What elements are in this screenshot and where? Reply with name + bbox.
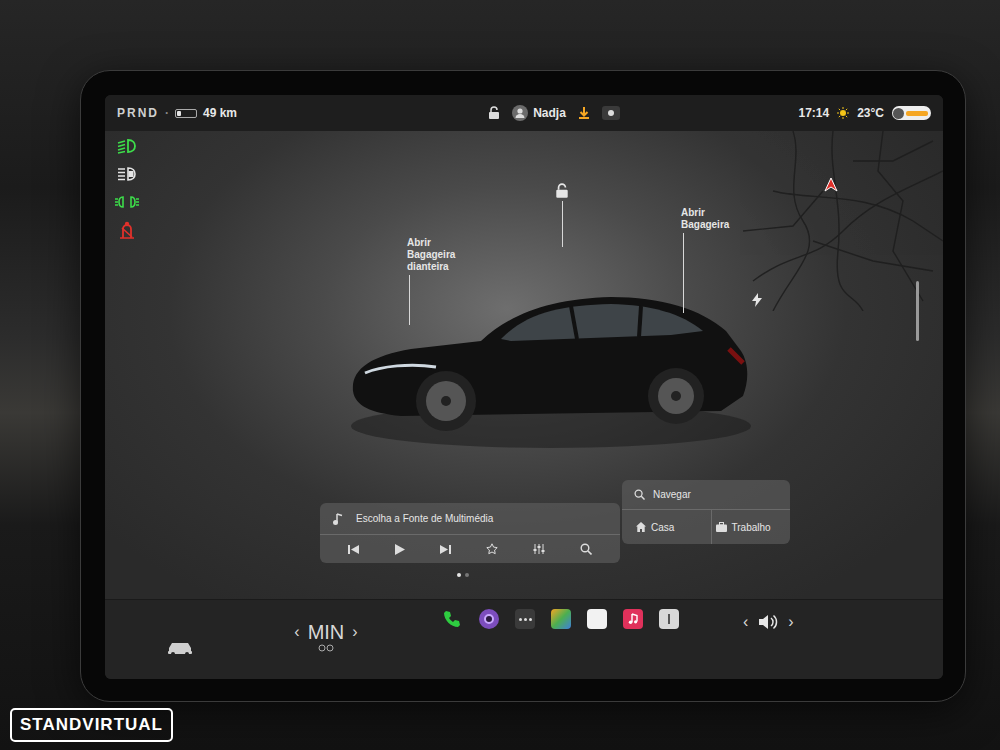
parkinglights-icon [115, 194, 139, 210]
unlock-icon[interactable] [488, 106, 500, 120]
home-label: Casa [651, 520, 674, 535]
temperature-value: MIN [308, 621, 345, 643]
user-icon [512, 105, 528, 121]
indicator-lowbeam [115, 137, 139, 155]
indicator-parkinglights [115, 193, 139, 211]
temperature-down[interactable]: ‹ [294, 620, 299, 644]
unlock-callout[interactable] [555, 183, 569, 247]
outside-temperature: 23°C [857, 104, 884, 122]
page-indicator [457, 573, 469, 577]
home-icon [636, 522, 646, 532]
tablet: PRND · 49 km Nadja 17:14 23°C [80, 70, 966, 702]
previous-icon[interactable] [348, 544, 359, 555]
search-icon[interactable] [580, 543, 592, 555]
indicator-seatbelt [115, 221, 139, 239]
sun-icon [837, 107, 849, 119]
unlock-icon[interactable] [555, 183, 569, 199]
climate-control[interactable]: ‹ MIN › [281, 620, 371, 652]
media-source[interactable]: Escolha a Fonte de Multimédia [356, 511, 493, 526]
download-icon[interactable] [578, 106, 590, 120]
watermark-text: STANDVIRTUAL [20, 715, 163, 734]
car-icon[interactable] [341, 251, 761, 461]
watermark: STANDVIRTUAL [10, 708, 173, 742]
briefcase-icon [716, 522, 727, 532]
home-shortcut[interactable]: Casa [622, 520, 711, 535]
front-trunk-label[interactable]: Abrir Bagageira dianteira [407, 237, 477, 273]
autohighbeam-icon [116, 166, 138, 182]
car-controls-icon[interactable] [167, 640, 193, 656]
volume-up[interactable]: › [788, 610, 793, 634]
more-apps-icon[interactable] [515, 609, 535, 629]
page-dot[interactable] [465, 573, 469, 577]
rear-trunk-callout[interactable]: Abrir Bagageira [681, 207, 745, 313]
clock: 17:14 [798, 104, 829, 122]
gear-selector: PRND [117, 104, 159, 122]
toybox-icon[interactable] [551, 609, 571, 629]
lowbeam-icon [116, 138, 138, 154]
navigation-card: Navegar Casa Trabalho [622, 480, 790, 544]
search-icon [634, 489, 645, 500]
phone-icon[interactable] [441, 608, 463, 630]
user-name: Nadja [533, 104, 566, 122]
speaker-icon[interactable] [758, 614, 778, 630]
volume-down[interactable]: ‹ [743, 610, 748, 634]
vehicle-scene: Abrir Bagageira dianteira Abrir Bagageir… [151, 131, 943, 599]
indicator-autohighbeam [115, 165, 139, 183]
mini-map[interactable] [733, 131, 943, 311]
work-label: Trabalho [732, 520, 771, 535]
sentry-icon[interactable] [602, 106, 620, 120]
manual-icon[interactable] [659, 609, 679, 629]
work-shortcut[interactable]: Trabalho [711, 510, 791, 544]
airbag-status-icon [892, 106, 931, 120]
play-icon[interactable] [394, 544, 405, 555]
status-bar: PRND · 49 km Nadja 17:14 23°C [105, 95, 943, 131]
front-trunk-callout[interactable]: Abrir Bagageira dianteira [407, 237, 477, 325]
page-dot[interactable] [457, 573, 461, 577]
navigate-search[interactable]: Navegar [622, 480, 790, 510]
temperature-up[interactable]: › [352, 620, 357, 644]
battery-icon [175, 109, 197, 118]
seatbelt-icon [118, 221, 136, 239]
charge-port-icon[interactable] [751, 293, 763, 307]
rear-trunk-label[interactable]: Abrir Bagageira [681, 207, 745, 231]
map-scrollbar[interactable] [916, 281, 919, 341]
media-player: Escolha a Fonte de Multimédia [320, 503, 620, 563]
seat-heat-icon[interactable] [318, 644, 334, 652]
display: PRND · 49 km Nadja 17:14 23°C [105, 95, 943, 679]
profile-button[interactable]: Nadja [512, 104, 566, 122]
equalizer-icon[interactable] [533, 543, 545, 555]
music-note-icon [332, 512, 344, 526]
location-arrow-icon [825, 178, 837, 191]
calendar-icon[interactable] [587, 609, 607, 629]
favorite-icon[interactable] [486, 543, 498, 555]
camera-icon[interactable] [479, 609, 499, 629]
range: 49 km [203, 104, 237, 122]
indicator-column [105, 131, 151, 599]
volume-control[interactable]: ‹ › [743, 610, 794, 634]
bottom-bar: ‹ MIN › ‹ › [105, 599, 943, 679]
main-area: Abrir Bagageira dianteira Abrir Bagageir… [105, 131, 943, 599]
music-app-icon[interactable] [623, 609, 643, 629]
separator: · [165, 104, 169, 122]
app-dock [441, 608, 679, 630]
navigate-label: Navegar [653, 487, 691, 502]
next-icon[interactable] [440, 544, 451, 555]
